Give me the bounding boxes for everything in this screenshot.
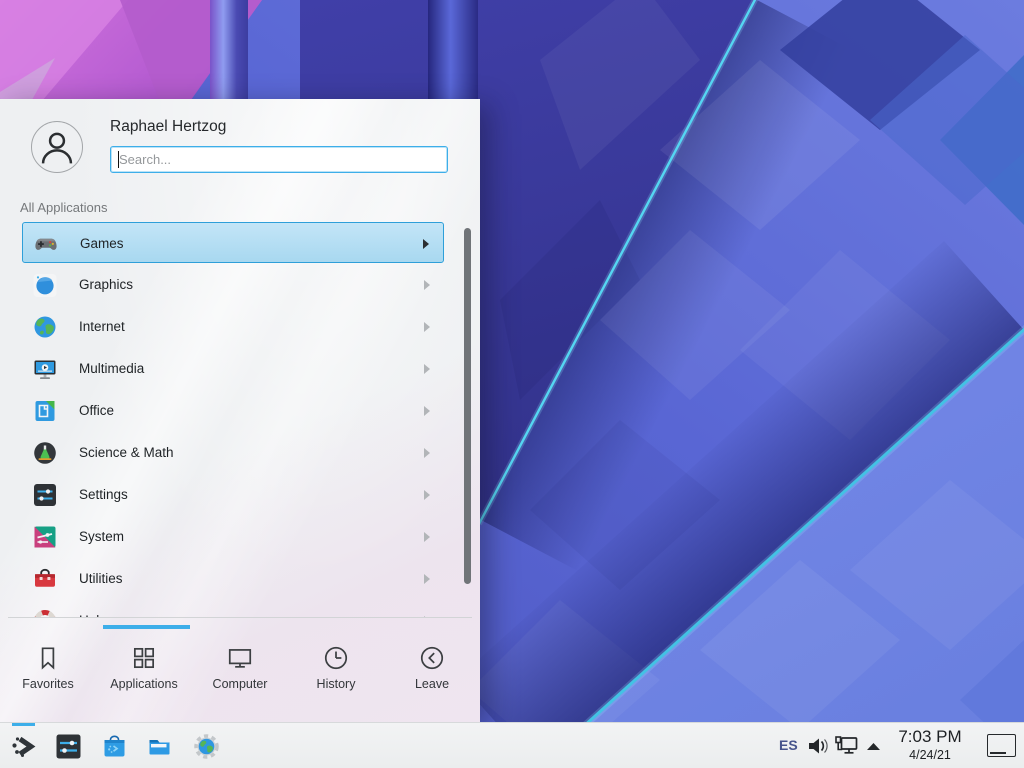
menu-item-label: Utilities bbox=[79, 571, 123, 586]
submenu-arrow-icon bbox=[424, 490, 430, 500]
tab-label: Computer bbox=[213, 677, 268, 691]
menu-item-label: System bbox=[79, 529, 124, 544]
menu-item-help[interactable]: Help bbox=[22, 600, 444, 617]
digital-clock[interactable]: 7:03 PM 4/24/21 bbox=[882, 726, 978, 763]
menu-item-label: Science & Math bbox=[79, 445, 174, 460]
grid-icon bbox=[130, 644, 158, 672]
text-cursor bbox=[118, 151, 119, 168]
submenu-arrow-icon bbox=[424, 322, 430, 332]
globe-icon bbox=[32, 314, 58, 340]
submenu-arrow-icon bbox=[424, 574, 430, 584]
submenu-arrow-icon bbox=[424, 406, 430, 416]
menu-item-utilities[interactable]: Utilities bbox=[22, 558, 444, 600]
application-category-list: Games Graphics Internet bbox=[0, 222, 480, 617]
menu-item-label: Internet bbox=[79, 319, 125, 334]
tab-favorites[interactable]: Favorites bbox=[0, 629, 96, 722]
taskbar-panel: ES 7:03 PM 4/24/21 bbox=[0, 722, 1024, 768]
browser-globe-gear-icon[interactable] bbox=[193, 733, 220, 760]
menu-item-office[interactable]: Office bbox=[22, 390, 444, 432]
launcher-tabbar: Favorites Applications Computer bbox=[0, 629, 480, 722]
menu-item-system[interactable]: System bbox=[22, 516, 444, 558]
application-launcher-panel: Raphael Hertzog All Applications Games bbox=[0, 99, 480, 722]
clock-icon bbox=[322, 644, 350, 672]
menu-item-label: Games bbox=[80, 236, 124, 251]
submenu-arrow-icon bbox=[424, 364, 430, 374]
menu-item-games[interactable]: Games bbox=[22, 222, 444, 263]
user-avatar[interactable] bbox=[31, 121, 83, 173]
discover-store-icon[interactable] bbox=[101, 733, 128, 760]
user-name: Raphael Hertzog bbox=[110, 118, 226, 136]
lifebuoy-icon bbox=[32, 608, 58, 617]
menu-item-settings[interactable]: Settings bbox=[22, 474, 444, 516]
tab-label: Leave bbox=[415, 677, 449, 691]
expand-tray-caret-icon[interactable] bbox=[866, 742, 881, 751]
show-desktop-button[interactable] bbox=[987, 734, 1016, 757]
tab-computer[interactable]: Computer bbox=[192, 629, 288, 722]
monitor-play-icon bbox=[32, 356, 58, 382]
section-label: All Applications bbox=[20, 200, 107, 215]
tab-history[interactable]: History bbox=[288, 629, 384, 722]
gamepad-icon bbox=[33, 231, 59, 257]
menu-item-science-math[interactable]: Science & Math bbox=[22, 432, 444, 474]
tab-label: Applications bbox=[110, 677, 177, 691]
sliders-dark-icon bbox=[32, 482, 58, 508]
bookmark-icon bbox=[34, 644, 62, 672]
monitor-icon bbox=[226, 644, 254, 672]
menu-item-multimedia[interactable]: Multimedia bbox=[22, 348, 444, 390]
toolbox-icon bbox=[32, 566, 58, 592]
menu-item-label: Multimedia bbox=[79, 361, 144, 376]
tabbar-separator bbox=[8, 617, 472, 618]
wired-network-icon[interactable] bbox=[834, 734, 860, 758]
system-settings-icon[interactable] bbox=[55, 733, 82, 760]
list-scrollbar[interactable] bbox=[464, 228, 471, 584]
tab-label: History bbox=[317, 677, 356, 691]
menu-item-graphics[interactable]: Graphics bbox=[22, 264, 444, 306]
active-task-indicator bbox=[12, 723, 35, 726]
kde-kickoff-icon[interactable] bbox=[10, 733, 37, 760]
menu-item-label: Graphics bbox=[79, 277, 133, 292]
keyboard-layout-indicator[interactable]: ES bbox=[779, 737, 798, 753]
clock-time: 7:03 PM bbox=[882, 726, 978, 748]
submenu-arrow-icon bbox=[424, 532, 430, 542]
user-avatar-icon bbox=[32, 122, 82, 172]
document-icon bbox=[32, 398, 58, 424]
menu-item-label: Settings bbox=[79, 487, 128, 502]
tab-leave[interactable]: Leave bbox=[384, 629, 480, 722]
submenu-arrow-icon bbox=[423, 239, 429, 249]
search-input[interactable] bbox=[110, 146, 448, 173]
menu-item-label: Office bbox=[79, 403, 114, 418]
tab-label: Favorites bbox=[22, 677, 73, 691]
flask-icon bbox=[32, 440, 58, 466]
search-field-wrap bbox=[110, 146, 448, 173]
file-manager-icon[interactable] bbox=[146, 733, 173, 760]
clock-date: 4/24/21 bbox=[882, 748, 978, 763]
volume-icon[interactable] bbox=[806, 735, 830, 757]
tab-applications[interactable]: Applications bbox=[96, 629, 192, 722]
blue-sphere-icon bbox=[32, 272, 58, 298]
submenu-arrow-icon bbox=[424, 448, 430, 458]
sliders-color-icon bbox=[32, 524, 58, 550]
menu-item-internet[interactable]: Internet bbox=[22, 306, 444, 348]
leave-circle-icon bbox=[418, 644, 446, 672]
submenu-arrow-icon bbox=[424, 280, 430, 290]
